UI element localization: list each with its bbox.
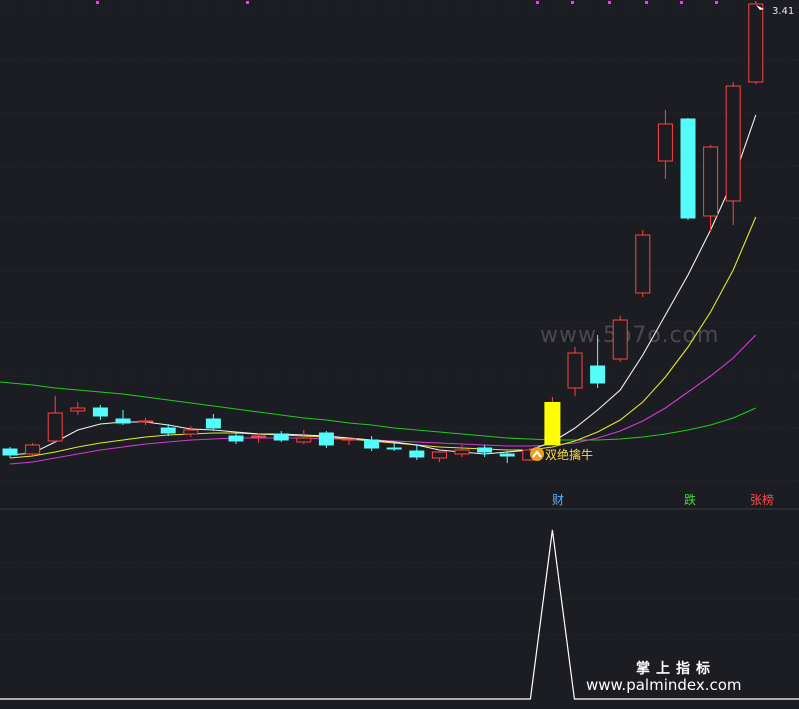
candle-body — [364, 439, 380, 449]
candle-body — [228, 435, 244, 442]
top-dot — [645, 1, 648, 4]
candle-body — [703, 146, 719, 217]
candle-body — [748, 3, 764, 83]
candle-body — [499, 453, 515, 457]
top-dot — [536, 1, 539, 4]
candle-body — [92, 407, 108, 417]
brand-title: 掌上指标 — [636, 660, 716, 677]
candle-body — [70, 407, 86, 412]
candle-body — [251, 435, 267, 438]
candle-body — [725, 85, 741, 202]
candle-body — [2, 448, 18, 456]
signal-label: 双绝擒牛 — [545, 447, 593, 462]
candle-body — [612, 319, 628, 360]
candle-body — [115, 418, 131, 424]
candle-body — [431, 451, 447, 459]
signal-bar — [544, 402, 561, 445]
signal-marker: 双绝擒牛 — [530, 447, 593, 462]
candle-body — [273, 433, 289, 441]
candle-body — [296, 437, 312, 443]
candle-body — [386, 447, 402, 450]
candle-body — [25, 444, 41, 455]
stock-chart: www.5o7o.com 双绝擒牛 3.41 财 跌 张榜 掌上指标 www.p… — [0, 0, 799, 709]
candle-body — [680, 118, 696, 219]
marker-cai: 财 — [552, 493, 564, 507]
up-arrow-icon — [530, 447, 544, 461]
candle-body — [47, 412, 63, 442]
top-dot — [608, 1, 611, 4]
candle-body — [160, 427, 176, 434]
candle-body — [183, 429, 199, 435]
chart-background — [0, 0, 799, 709]
candle-body — [567, 352, 583, 389]
marker-zhangbang: 张榜 — [750, 492, 774, 507]
candle-body — [590, 365, 606, 384]
candle-body — [341, 438, 357, 441]
candle-body — [409, 450, 425, 458]
candle-body — [477, 447, 493, 453]
brand-url: www.palmindex.com — [586, 676, 742, 694]
top-dot — [96, 1, 99, 4]
y-axis-label: 3.41 — [772, 6, 794, 17]
top-dot — [715, 1, 718, 4]
watermark: www.5o7o.com — [540, 323, 719, 348]
top-dot — [680, 1, 683, 4]
top-dot — [571, 1, 574, 4]
marker-die: 跌 — [684, 492, 696, 507]
candle-body — [205, 418, 221, 429]
candle-body — [318, 432, 334, 446]
candle-body — [454, 449, 470, 455]
candle-body — [635, 234, 651, 294]
candle-body — [657, 123, 673, 162]
candle-body — [138, 420, 154, 423]
top-dot — [246, 1, 249, 4]
